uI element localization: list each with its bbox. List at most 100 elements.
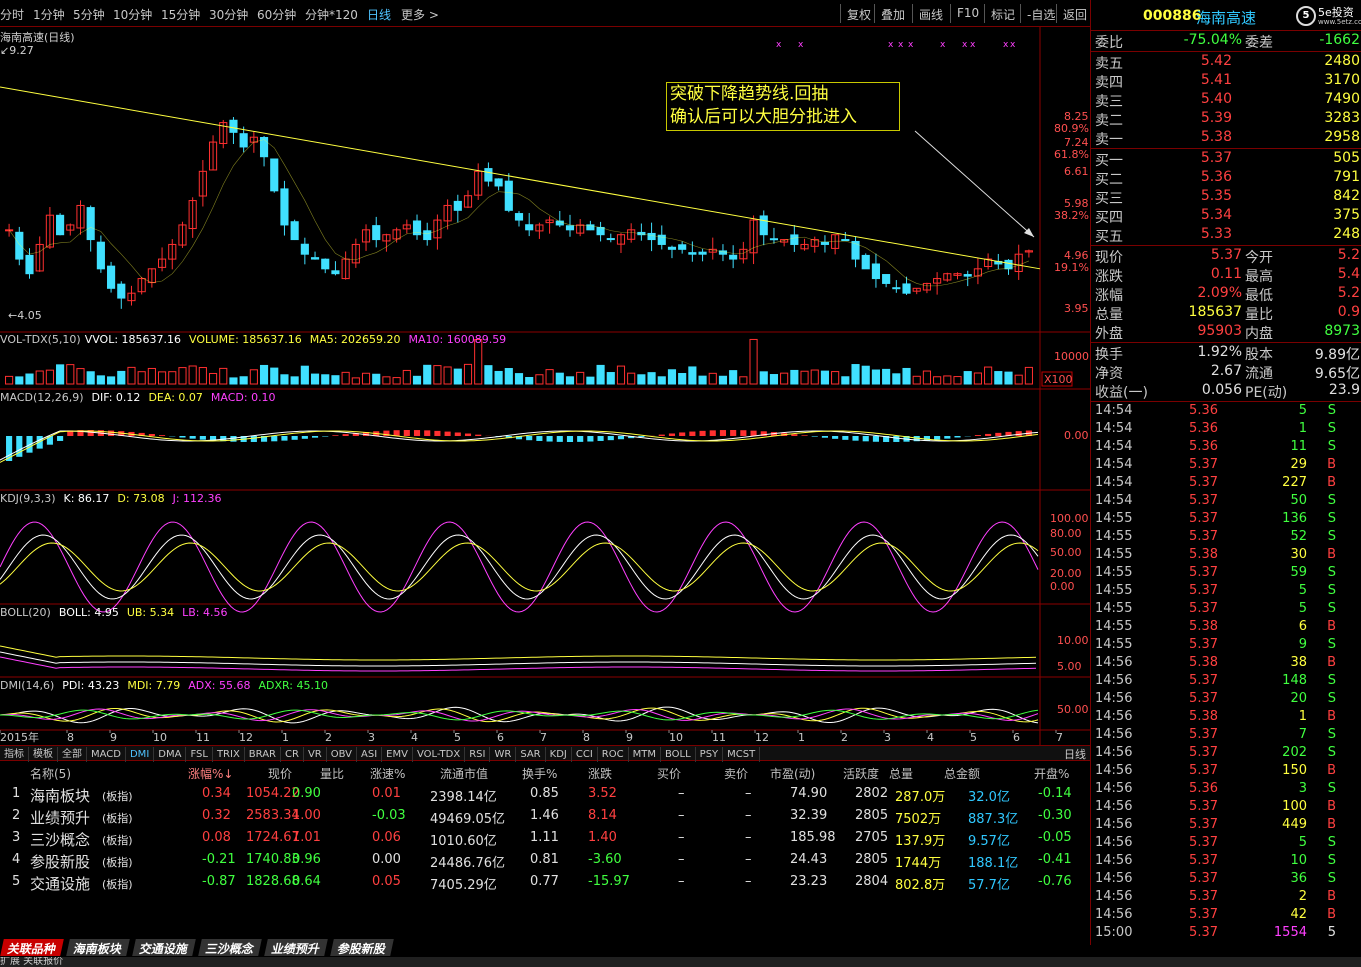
related-tab-5[interactable]: 参股新股 (330, 939, 394, 956)
candle-body (729, 254, 738, 260)
timeframe-4[interactable]: 15分钟 (161, 6, 200, 23)
list-row[interactable]: 2 业绩预升 (板指) 0.32 2583.34 1.00 -0.03 49469.05亿 1.… (0, 806, 1090, 828)
indicator-tab-4[interactable]: DMI (126, 747, 155, 762)
annotation-box[interactable]: 突破下降趋势线.回抽 确认后可以大胆分批进入 (666, 82, 900, 131)
toolbar-button-1[interactable]: 叠加 (874, 4, 911, 23)
cell-act: 2705 (855, 830, 889, 845)
timeframe-0[interactable]: 分时 (0, 6, 24, 23)
timeframe-2[interactable]: 5分钟 (73, 6, 105, 23)
indicator-tab-15[interactable]: RSI (465, 747, 491, 762)
event-marker: x (888, 40, 894, 50)
timeframe-9[interactable]: 更多 > (401, 6, 439, 23)
cell-n: 5 (12, 874, 21, 889)
cell-chg: 0.34 (202, 786, 231, 801)
indicator-tab-10[interactable]: VR (304, 747, 327, 762)
list-header-12[interactable]: 总量 (889, 765, 913, 782)
toolbar-button-6[interactable]: 返回 (1056, 4, 1093, 23)
kline-svg[interactable]: x x x x x x x x x x2015年 8 9 10 11 12 1 2 3 4 5 6 7 8 9 10 11 12 1 2… (0, 27, 1090, 745)
timeframe-1[interactable]: 1分钟 (33, 6, 65, 23)
indicator-tab-9[interactable]: CR (281, 747, 304, 762)
indicator-tab-2[interactable]: 全部 (58, 747, 87, 762)
macd-bar (985, 433, 992, 436)
related-tab-4[interactable]: 业绩预升 (264, 939, 328, 956)
list-header-10[interactable]: 市盈(动) (770, 765, 815, 782)
timeframe-7[interactable]: 分钟*120 (305, 6, 358, 23)
indicator-tab-7[interactable]: TRIX (213, 747, 245, 762)
list-row[interactable]: 1 海南板块 (板指) 0.34 1054.22 0.90 0.01 2398.14亿 0.85… (0, 784, 1090, 806)
tick-price: 5.37 (1189, 493, 1218, 508)
related-tab-0[interactable]: 关联品种 (0, 939, 64, 956)
list-header-4[interactable]: 涨速% (370, 765, 405, 782)
cell-ask: – (745, 830, 752, 845)
cell-chg: 0.08 (202, 830, 231, 845)
asks-price: 5.40 (1200, 91, 1232, 107)
volume-bar (158, 371, 167, 385)
indicator-tab-13[interactable]: EMV (382, 747, 413, 762)
list-header-9[interactable]: 卖价 (724, 765, 748, 782)
volume-bar (963, 371, 972, 385)
indicator-tab-8[interactable]: BRAR (245, 747, 281, 762)
indicator-tab-16[interactable]: WR (490, 747, 517, 762)
volume-bar (729, 370, 738, 385)
list-header-13[interactable]: 总金额 (944, 765, 980, 782)
list-row[interactable]: 5 交通设施 (板指) -0.87 1828.68 0.64 0.05 7405.29亿 0.7… (0, 872, 1090, 894)
list-header-8[interactable]: 买价 (657, 765, 681, 782)
list-header-5[interactable]: 流通市值 (440, 765, 488, 782)
indicator-tab-6[interactable]: FSL (186, 747, 213, 762)
related-tab-2[interactable]: 交通设施 (132, 939, 196, 956)
macd-bar (311, 436, 319, 438)
list-header-2[interactable]: 现价 (268, 765, 292, 782)
list-row[interactable]: 4 参股新股 (板指) -0.21 1740.83 0.96 0.00 24486.76亿 0.… (0, 850, 1090, 872)
indicator-tab-5[interactable]: DMA (154, 747, 187, 762)
list-header-11[interactable]: 活跃度 (843, 765, 879, 782)
tick-side: B (1327, 457, 1336, 472)
indicator-tab-12[interactable]: ASI (357, 747, 383, 762)
indicator-tab-21[interactable]: MTM (629, 747, 661, 762)
list-header-0[interactable]: 名称(5) (30, 765, 71, 782)
timeframe-3[interactable]: 10分钟 (113, 6, 152, 23)
toolbar-button-4[interactable]: 标记 (984, 4, 1021, 23)
toolbar-button-0[interactable]: 复权 (840, 4, 877, 23)
volume-bar (290, 376, 299, 385)
indicator-tab-3[interactable]: MACD (87, 747, 126, 762)
volume-bar (331, 375, 340, 385)
period-label[interactable]: 日线 (1064, 746, 1086, 762)
tick-price: 5.37 (1189, 583, 1218, 598)
macd-bar (444, 431, 451, 436)
indicator-tab-17[interactable]: SAR (516, 747, 546, 762)
timeframe-6[interactable]: 60分钟 (257, 6, 296, 23)
tick-side: B (1327, 655, 1336, 670)
indicator-tab-23[interactable]: PSY (696, 747, 724, 762)
indicator-tab-20[interactable]: ROC (598, 747, 629, 762)
asks-label: 卖四 (1095, 75, 1123, 91)
list-header-1[interactable]: 涨幅%↓ (188, 765, 233, 782)
tick-row: 14:56 5.37 20 S (1091, 691, 1361, 709)
related-tab-1[interactable]: 海南板块 (66, 939, 130, 956)
list-header-14[interactable]: 开盘% (1034, 765, 1069, 782)
toolbar-button-2[interactable]: 画线 (912, 4, 949, 23)
list-header-7[interactable]: 涨跌 (588, 765, 612, 782)
timeframe-8[interactable]: 日线 (367, 6, 391, 23)
list-row[interactable]: 3 三沙概念 (板指) 0.08 1724.67 1.01 0.06 1010.60亿 1.11… (0, 828, 1090, 850)
indicator-tab-11[interactable]: OBV (327, 747, 357, 762)
indicator-tab-22[interactable]: BOLL (661, 747, 696, 762)
cell-diff: 8.14 (588, 808, 617, 823)
indicator-tab-19[interactable]: CCI (572, 747, 598, 762)
macd-name: MACD(12,26,9) (0, 391, 84, 404)
list-header-3[interactable]: 量比 (320, 765, 344, 782)
indicator-tab-14[interactable]: VOL-TDX (413, 747, 466, 762)
timeframe-5[interactable]: 30分钟 (209, 6, 248, 23)
chart-area[interactable]: x x x x x x x x x x 2015年 8 9 10 11 12 1 2 3 4 5 6 7 8 9 10 11 12 1 2… (0, 27, 1090, 745)
asks-label: 卖三 (1095, 94, 1123, 110)
indicator-tab-18[interactable]: KDJ (546, 747, 572, 762)
list-header-6[interactable]: 换手% (522, 765, 557, 782)
tick-side: S (1327, 583, 1336, 598)
indicator-tab-24[interactable]: MCST (723, 747, 761, 762)
macd-bar (893, 436, 900, 442)
volume-bar (637, 374, 646, 385)
toolbar-button-3[interactable]: F10 (950, 4, 985, 23)
vol-ma5: MA5: 202659.20 (309, 333, 401, 346)
related-tab-3[interactable]: 三沙概念 (198, 939, 262, 956)
indicator-tab-1[interactable]: 模板 (29, 747, 58, 762)
indicator-tab-0[interactable]: 指标 (0, 747, 29, 762)
